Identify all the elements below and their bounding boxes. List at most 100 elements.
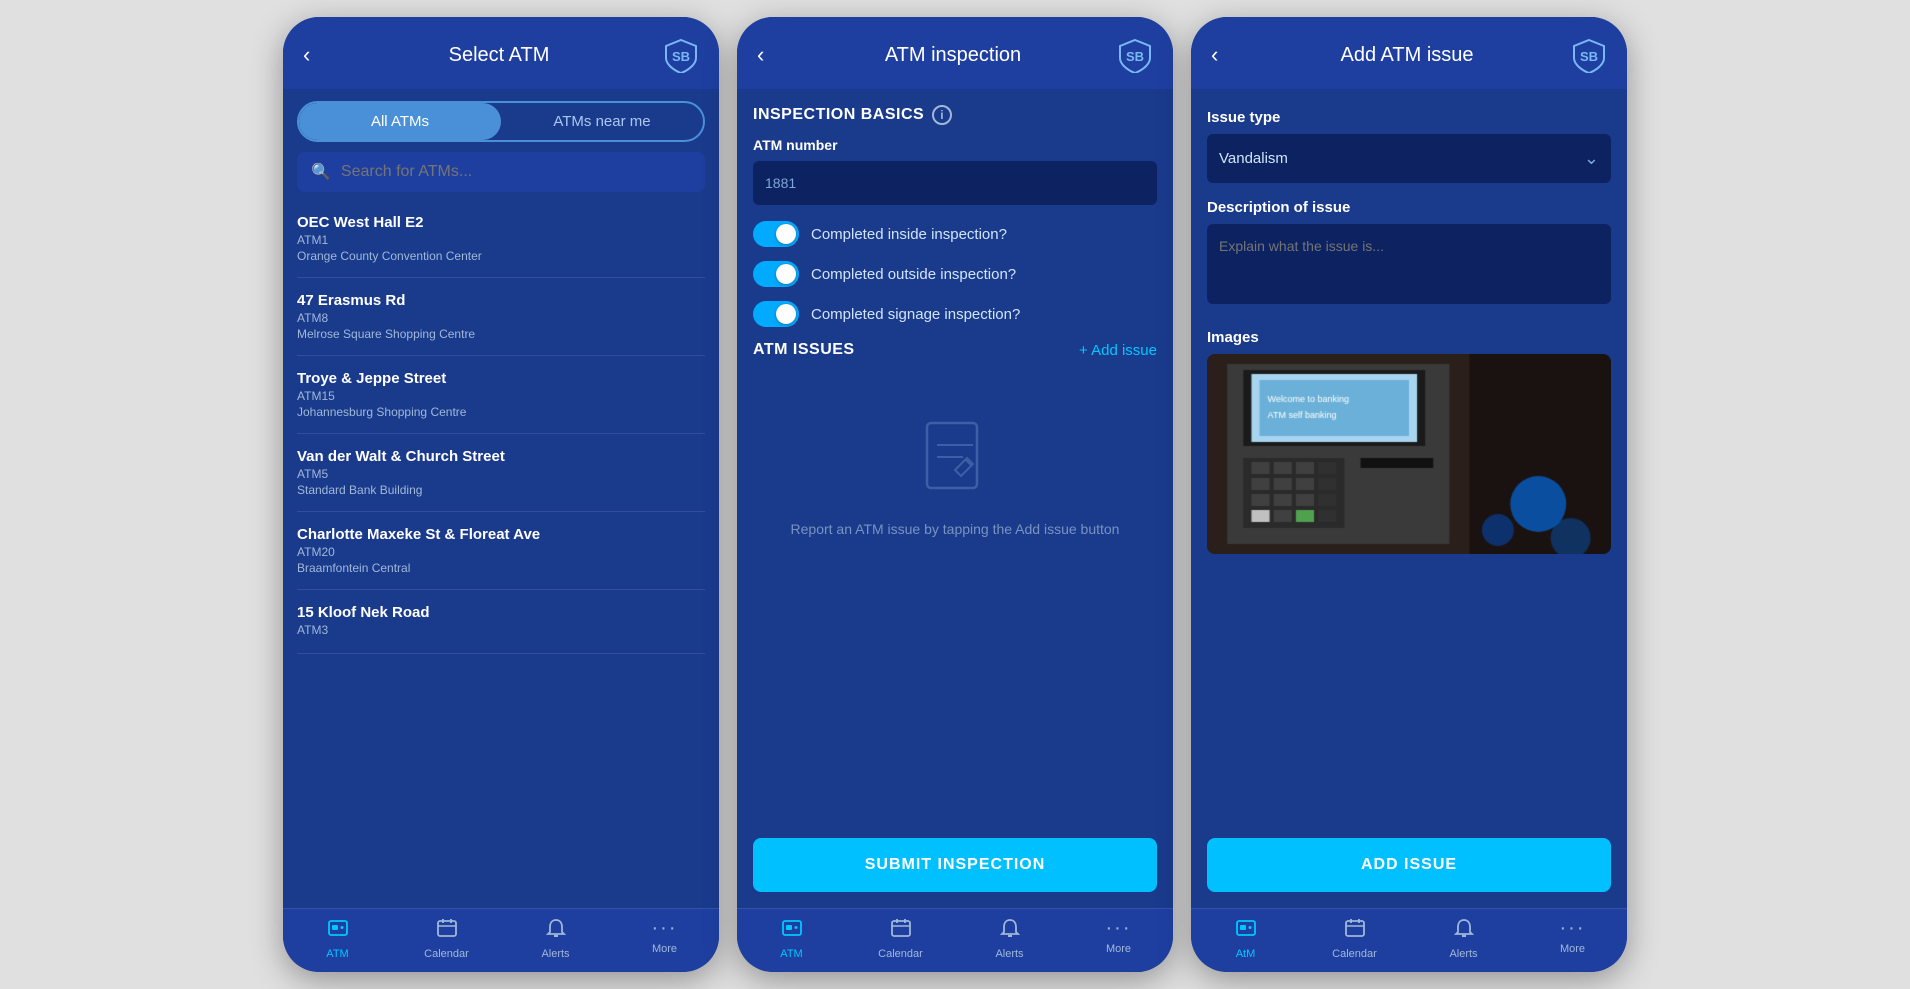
list-item[interactable]: 47 Erasmus Rd ATM8 Melrose Square Shoppi… bbox=[297, 278, 705, 356]
atm-item-code: ATM8 bbox=[297, 311, 705, 325]
svg-text:SB: SB bbox=[1126, 49, 1144, 64]
atm-item-location: Melrose Square Shopping Centre bbox=[297, 327, 705, 341]
toggle-signage-label: Completed signage inspection? bbox=[811, 306, 1020, 323]
atm-item-location: Braamfontein Central bbox=[297, 561, 705, 575]
add-issue-button[interactable]: ADD ISSUE bbox=[1207, 838, 1611, 892]
atm-item-code: ATM3 bbox=[297, 623, 705, 637]
nav-label-alerts: Alerts bbox=[995, 948, 1023, 960]
description-label: Description of issue bbox=[1207, 199, 1611, 216]
nav-item-calendar[interactable]: Calendar bbox=[1300, 917, 1409, 960]
screen-add-atm-issue: ‹ Add ATM issue SB Issue type Vandalism … bbox=[1191, 17, 1627, 972]
calendar-nav-icon bbox=[890, 917, 912, 945]
nav-label-calendar: Calendar bbox=[878, 948, 923, 960]
atm-image-canvas bbox=[1207, 354, 1611, 554]
nav-label-atm: ATM bbox=[780, 948, 802, 960]
search-input[interactable] bbox=[341, 163, 691, 181]
bottom-nav: ATM Calendar Alerts ··· More bbox=[737, 908, 1173, 972]
description-input[interactable] bbox=[1207, 224, 1611, 304]
chevron-down-icon: ⌄ bbox=[1584, 148, 1599, 169]
back-button[interactable]: ‹ bbox=[303, 42, 335, 68]
atm-item-location: Standard Bank Building bbox=[297, 483, 705, 497]
issue-type-dropdown[interactable]: Vandalism ⌄ bbox=[1207, 134, 1611, 183]
issue-form: Issue type Vandalism ⌄ Description of is… bbox=[1191, 89, 1627, 826]
add-issue-button[interactable]: + Add issue bbox=[1079, 342, 1157, 359]
nav-item-atm[interactable]: ATM bbox=[737, 917, 846, 960]
atm-item-name: Troye & Jeppe Street bbox=[297, 370, 705, 387]
atm-item-location: Johannesburg Shopping Centre bbox=[297, 405, 705, 419]
toggle-inside-switch[interactable] bbox=[753, 221, 799, 247]
nav-item-alerts[interactable]: Alerts bbox=[955, 917, 1064, 960]
toggle-outside[interactable]: Completed outside inspection? bbox=[753, 261, 1157, 287]
atm-list: OEC West Hall E2 ATM1 Orange County Conv… bbox=[283, 200, 719, 908]
svg-text:SB: SB bbox=[1580, 49, 1598, 64]
back-button[interactable]: ‹ bbox=[1211, 42, 1243, 68]
nav-item-more[interactable]: ··· More bbox=[1518, 917, 1627, 960]
submit-inspection-button[interactable]: SUBMIT INSPECTION bbox=[753, 838, 1157, 892]
screen1-header: ‹ Select ATM SB bbox=[283, 17, 719, 89]
atm-issues-title: ATM ISSUES bbox=[753, 341, 855, 359]
nav-label-calendar: Calendar bbox=[1332, 948, 1377, 960]
toggle-outside-switch[interactable] bbox=[753, 261, 799, 287]
list-item[interactable]: 15 Kloof Nek Road ATM3 bbox=[297, 590, 705, 654]
inspection-basics-title: INSPECTION BASICS i bbox=[753, 105, 1157, 125]
list-item[interactable]: Troye & Jeppe Street ATM15 Johannesburg … bbox=[297, 356, 705, 434]
screen1-content: All ATMs ATMs near me 🔍 OEC West Hall E2… bbox=[283, 89, 719, 908]
screen-atm-inspection: ‹ ATM inspection SB INSPECTION BASICS i … bbox=[737, 17, 1173, 972]
nav-item-more[interactable]: ··· More bbox=[610, 917, 719, 960]
more-nav-icon: ··· bbox=[652, 917, 678, 940]
nav-item-atm[interactable]: ATM bbox=[283, 917, 392, 960]
nav-item-alerts[interactable]: Alerts bbox=[501, 917, 610, 960]
toggle-signage[interactable]: Completed signage inspection? bbox=[753, 301, 1157, 327]
issue-type-value: Vandalism bbox=[1219, 150, 1288, 167]
atm-number-input[interactable]: 1881 bbox=[753, 161, 1157, 205]
images-label: Images bbox=[1207, 329, 1611, 346]
inspection-scroll: INSPECTION BASICS i ATM number 1881 Comp… bbox=[737, 89, 1173, 826]
atm-nav-icon bbox=[1235, 917, 1257, 945]
list-item[interactable]: Van der Walt & Church Street ATM5 Standa… bbox=[297, 434, 705, 512]
toggle-inside-label: Completed inside inspection? bbox=[811, 226, 1007, 243]
nav-label-more: More bbox=[652, 943, 677, 955]
atm-item-name: Van der Walt & Church Street bbox=[297, 448, 705, 465]
screen2-content: INSPECTION BASICS i ATM number 1881 Comp… bbox=[737, 89, 1173, 908]
nav-item-calendar[interactable]: Calendar bbox=[392, 917, 501, 960]
info-icon[interactable]: i bbox=[932, 105, 952, 125]
back-button[interactable]: ‹ bbox=[757, 42, 789, 68]
tab-atms-near-me[interactable]: ATMs near me bbox=[501, 103, 703, 140]
toggle-outside-label: Completed outside inspection? bbox=[811, 266, 1016, 283]
atm-item-name: Charlotte Maxeke St & Floreat Ave bbox=[297, 526, 705, 543]
atm-number-label: ATM number bbox=[753, 137, 1157, 153]
screen3-header: ‹ Add ATM issue SB bbox=[1191, 17, 1627, 89]
calendar-nav-icon bbox=[436, 917, 458, 945]
more-nav-icon: ··· bbox=[1560, 917, 1586, 940]
tab-row: All ATMs ATMs near me bbox=[297, 101, 705, 142]
nav-label-atm: AtM bbox=[1236, 948, 1256, 960]
bottom-nav: AtM Calendar Alerts ··· More bbox=[1191, 908, 1627, 972]
list-item[interactable]: OEC West Hall E2 ATM1 Orange County Conv… bbox=[297, 200, 705, 278]
empty-issues-text: Report an ATM issue by tapping the Add i… bbox=[791, 519, 1120, 540]
nav-item-alerts[interactable]: Alerts bbox=[1409, 917, 1518, 960]
screen3-content: Issue type Vandalism ⌄ Description of is… bbox=[1191, 89, 1627, 908]
tab-all-atms[interactable]: All ATMs bbox=[299, 103, 501, 140]
brand-shield-icon: SB bbox=[1117, 37, 1153, 73]
toggle-inside[interactable]: Completed inside inspection? bbox=[753, 221, 1157, 247]
atm-item-code: ATM1 bbox=[297, 233, 705, 247]
svg-text:SB: SB bbox=[672, 49, 690, 64]
toggle-signage-switch[interactable] bbox=[753, 301, 799, 327]
nav-label-alerts: Alerts bbox=[541, 948, 569, 960]
nav-label-alerts: Alerts bbox=[1449, 948, 1477, 960]
list-item[interactable]: Charlotte Maxeke St & Floreat Ave ATM20 … bbox=[297, 512, 705, 590]
nav-item-calendar[interactable]: Calendar bbox=[846, 917, 955, 960]
nav-item-more[interactable]: ··· More bbox=[1064, 917, 1173, 960]
issue-type-label: Issue type bbox=[1207, 109, 1611, 126]
images-section: Images bbox=[1207, 329, 1611, 554]
screen1-title: Select ATM bbox=[335, 44, 663, 67]
atm-item-name: OEC West Hall E2 bbox=[297, 214, 705, 231]
nav-item-atm[interactable]: AtM bbox=[1191, 917, 1300, 960]
atm-item-code: ATM15 bbox=[297, 389, 705, 403]
bottom-nav: ATM Calendar Alerts ··· More bbox=[283, 908, 719, 972]
atm-item-code: ATM20 bbox=[297, 545, 705, 559]
atm-nav-icon bbox=[781, 917, 803, 945]
atm-item-name: 47 Erasmus Rd bbox=[297, 292, 705, 309]
nav-label-more: More bbox=[1560, 943, 1585, 955]
alerts-nav-icon bbox=[999, 917, 1021, 945]
